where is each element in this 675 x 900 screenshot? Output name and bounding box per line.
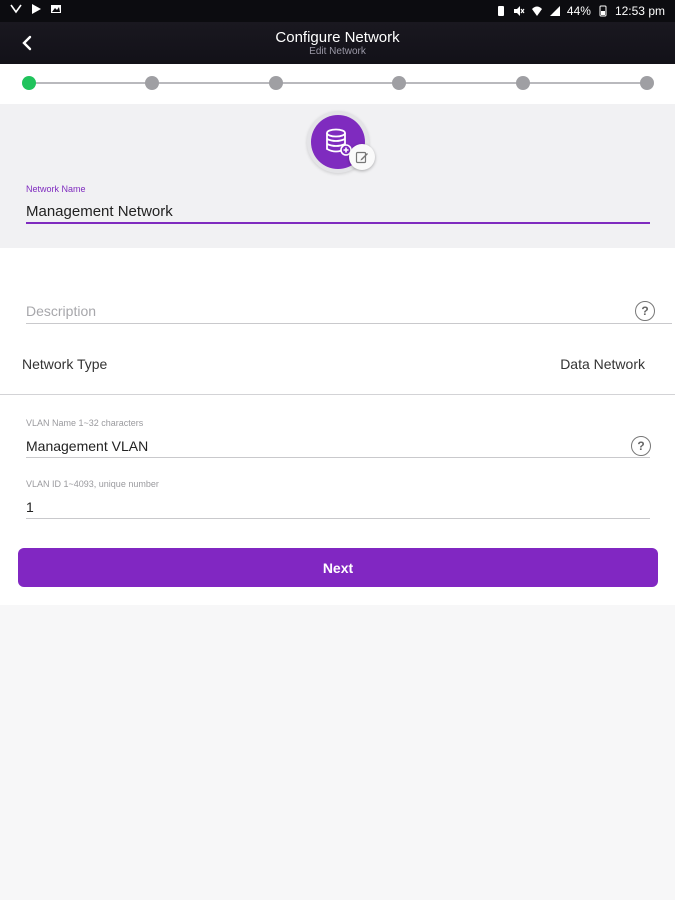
step-5 bbox=[516, 76, 530, 90]
network-name-label: Network Name bbox=[26, 184, 86, 194]
vlan-name-input[interactable] bbox=[26, 434, 650, 458]
wifi-icon bbox=[531, 6, 542, 16]
next-button[interactable]: Next bbox=[18, 548, 658, 587]
missed-call-icon bbox=[10, 4, 22, 14]
step-1 bbox=[22, 76, 36, 90]
play-store-icon bbox=[32, 4, 41, 14]
edit-icon bbox=[355, 151, 368, 164]
network-form: ? Network Type Data Network VLAN Name 1~… bbox=[0, 248, 675, 605]
clock: 12:53 pm bbox=[614, 4, 665, 18]
vlan-id-label: VLAN ID 1~4093, unique number bbox=[26, 479, 159, 489]
status-bar: 44% 12:53 pm bbox=[0, 0, 675, 22]
vlan-name-label: VLAN Name 1~32 characters bbox=[26, 418, 144, 428]
progress-stepper bbox=[0, 64, 675, 104]
status-notifications bbox=[10, 3, 62, 15]
vlan-name-help-icon[interactable]: ? bbox=[631, 436, 651, 456]
clipboard-icon bbox=[497, 6, 504, 16]
network-type-label: Network Type bbox=[22, 356, 108, 372]
network-name-panel: Network Name bbox=[0, 104, 675, 248]
battery-icon bbox=[599, 5, 607, 17]
vlan-id-input[interactable] bbox=[26, 495, 650, 519]
battery-percent: 44% bbox=[566, 4, 591, 18]
network-type-value: Data Network bbox=[560, 356, 645, 372]
step-3 bbox=[269, 76, 283, 90]
network-type-row[interactable]: Network Type Data Network bbox=[0, 348, 675, 395]
description-input[interactable] bbox=[26, 298, 672, 324]
description-help-icon[interactable]: ? bbox=[635, 301, 655, 321]
app-header: Configure Network Edit Network bbox=[0, 22, 675, 64]
image-icon bbox=[51, 5, 61, 13]
step-6 bbox=[640, 76, 654, 90]
page-title: Configure Network bbox=[275, 29, 400, 46]
network-name-input[interactable] bbox=[26, 200, 650, 224]
stepper-line bbox=[29, 82, 647, 84]
step-4 bbox=[392, 76, 406, 90]
step-2 bbox=[145, 76, 159, 90]
page-subtitle: Edit Network bbox=[309, 46, 366, 57]
mute-icon bbox=[513, 6, 525, 16]
edit-avatar-button[interactable] bbox=[349, 144, 375, 170]
status-system: 44% 12:53 pm bbox=[495, 4, 665, 18]
signal-icon bbox=[549, 6, 560, 16]
